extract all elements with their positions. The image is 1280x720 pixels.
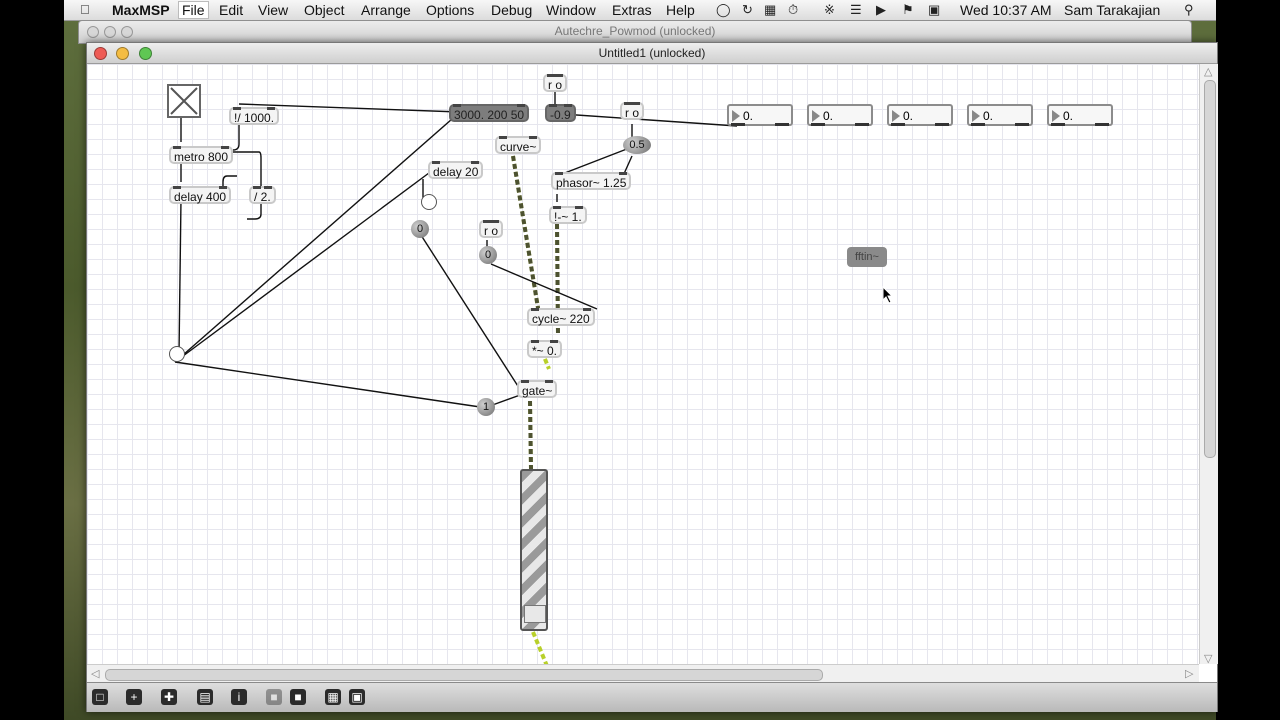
back-window[interactable]: Autechre_Powmod (unlocked) [78,20,1192,44]
title-bar[interactable]: Untitled1 (unlocked) [87,43,1217,64]
number-0-b[interactable]: 0 [479,246,497,264]
menu-file[interactable]: File [178,1,209,19]
menu-arrange[interactable]: Arrange [361,2,411,18]
info-icon[interactable]: i [231,689,247,705]
vertical-scroll-thumb[interactable] [1204,80,1216,458]
number-1[interactable]: 1 [477,398,495,416]
sync-icon[interactable]: ↻ [742,2,753,18]
time-machine-icon[interactable]: ⏱ [788,2,798,18]
mouse-cursor-icon [882,286,894,304]
scroll-left-icon[interactable]: ◁ [91,667,99,680]
snap-icon[interactable]: ▣ [349,689,365,705]
patch-cords [174,87,738,664]
number-box-3[interactable]: 0. [887,104,953,126]
grid-icon[interactable]: ▦ [325,689,341,705]
object-div-1000[interactable]: !/ 1000. [229,107,280,125]
number-box-5[interactable]: 0. [1047,104,1113,126]
presentation-icon[interactable]: ▤ [197,689,213,705]
user-name[interactable]: Sam Tarakajian [1064,2,1160,18]
horizontal-scrollbar[interactable]: ◁ ▷ [87,664,1199,683]
app-menu[interactable]: MaxMSP [112,2,170,18]
vertical-scrollbar[interactable]: △ ▽ [1199,64,1218,665]
level-meter[interactable] [520,469,548,631]
scroll-down-icon[interactable]: ▽ [1204,652,1212,665]
object-fftin[interactable]: fftin~ [847,247,887,267]
menu-edit[interactable]: Edit [219,2,243,18]
clock[interactable]: Wed 10:37 AM [960,2,1052,18]
flag-icon[interactable]: ⚑ [902,2,914,18]
object-delay-20[interactable]: delay 20 [428,161,484,179]
move-icon[interactable]: ✚ [161,689,177,705]
menu-object[interactable]: Object [304,2,344,18]
menu-bar:  MaxMSP File Edit View Object Arrange O… [64,0,1216,21]
menu-extras[interactable]: Extras [612,2,652,18]
scroll-right-icon[interactable]: ▷ [1185,667,1193,680]
spotlight-icon[interactable]: ⚲ [1184,2,1194,18]
chat-icon[interactable]: ◯ [716,2,731,18]
wifi-icon[interactable]: ☰ [850,2,862,18]
patcher-window: Untitled1 (unlocked) !/ 1000. metro 800 … [86,42,1218,712]
message-curve-list[interactable]: 3000. 200 50 [449,104,530,122]
object-receive-3[interactable]: r o [479,220,504,238]
back-icon[interactable]: ■ [266,689,282,705]
scroll-up-icon[interactable]: △ [1204,65,1212,78]
front-icon[interactable]: ■ [290,689,306,705]
object-receive-1[interactable]: r o [543,74,568,92]
message-neg-09[interactable]: -0.9 [545,104,576,122]
meter-handle[interactable] [524,605,546,623]
apple-icon[interactable]:  [80,2,90,18]
battery-icon[interactable]: ▣ [928,2,940,18]
object-div-2[interactable]: / 2. [249,186,276,204]
bluetooth-icon[interactable]: ※ [824,2,835,18]
menu-options[interactable]: Options [426,2,474,18]
object-receive-2[interactable]: r o [620,102,645,120]
script-icon[interactable]: ▦ [764,2,776,18]
toggle-x-icon [170,87,198,115]
number-box-2[interactable]: 0. [807,104,873,126]
toggle[interactable] [167,84,201,118]
horizontal-scroll-thumb[interactable] [105,669,823,681]
object-metro[interactable]: metro 800 [169,146,234,164]
object-cycle[interactable]: cycle~ 220 [527,308,595,326]
window-title: Untitled1 (unlocked) [598,46,706,60]
menu-window[interactable]: Window [546,2,596,18]
object-gate[interactable]: gate~ [517,380,558,398]
object-minus-1[interactable]: !-~ 1. [549,206,587,224]
menu-help[interactable]: Help [666,2,695,18]
bang-button-1[interactable] [421,194,437,210]
number-box-4[interactable]: 0. [967,104,1033,126]
number-box-1[interactable]: 0. [727,104,793,126]
number-0-a[interactable]: 0 [411,220,429,238]
patch-canvas[interactable]: !/ 1000. metro 800 delay 400 / 2. delay … [87,64,1199,664]
patcher-toolbar: □ + ✚ ▤ i ■ ■ ▦ ▣ [87,682,1217,712]
lock-icon[interactable]: □ [92,689,108,705]
object-phasor[interactable]: phasor~ 1.25 [551,172,632,190]
object-curve[interactable]: curve~ [495,136,542,154]
bang-button-2[interactable] [169,346,185,362]
menu-view[interactable]: View [258,2,288,18]
object-times[interactable]: *~ 0. [527,340,563,358]
new-object-icon[interactable]: + [126,689,142,705]
object-delay-400[interactable]: delay 400 [169,186,232,204]
volume-icon[interactable]: ▶ [876,2,886,18]
number-0-5[interactable]: 0.5 [623,136,651,154]
menu-debug[interactable]: Debug [491,2,532,18]
back-window-title: Autechre_Powmod (unlocked) [554,24,716,38]
